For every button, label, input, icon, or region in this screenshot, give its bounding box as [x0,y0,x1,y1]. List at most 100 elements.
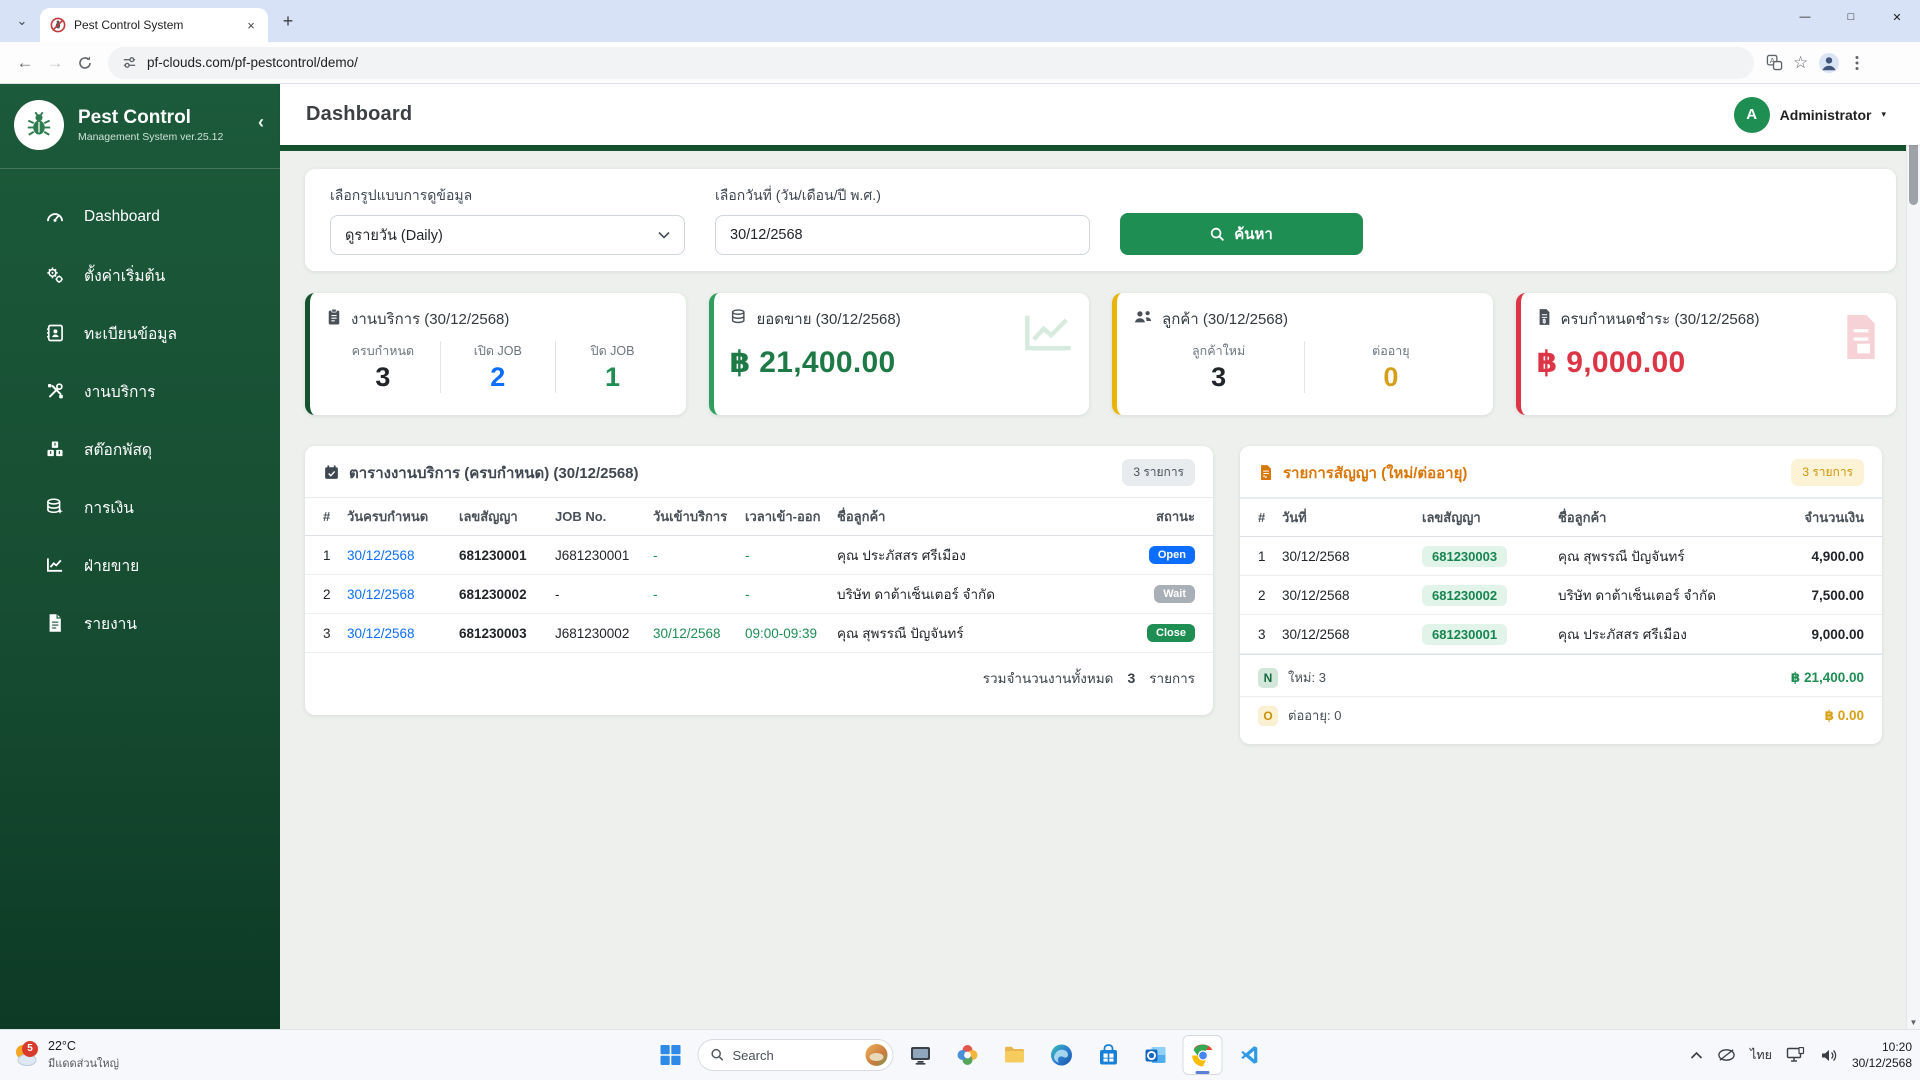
scroll-down-icon[interactable]: ▼ [1910,1015,1918,1029]
stat-metric: เปิด JOB2 [441,341,556,393]
search-highlight-image[interactable] [865,1043,889,1067]
sidebar-item-chart-line[interactable]: ฝ่ายขาย [0,543,280,587]
address-bar[interactable]: pf-clouds.com/pf-pestcontrol/demo/ [108,47,1754,79]
sidebar-item-label: Dashboard [84,208,160,226]
taskbar-search-placeholder: Search [733,1048,857,1063]
boxes-icon [44,439,66,459]
sidebar-item-file[interactable]: รายงาน [0,601,280,645]
reload-button[interactable] [70,48,100,78]
browser-menu-icon[interactable] [1850,55,1864,71]
window-close-button[interactable]: ✕ [1874,0,1920,34]
taskbar-app-file-explorer[interactable] [995,1035,1035,1075]
brand-title: Pest Control [78,107,223,129]
tray-chevron-up-icon[interactable] [1690,1051,1703,1060]
profile-avatar-icon[interactable] [1818,52,1840,74]
weather-widget[interactable]: 5 22°C มีแดดส่วนใหญ่ [0,1039,300,1072]
contract-table: #วันที่เลขสัญญาชื่อลูกค้าจำนวนเงิน 130/1… [1240,498,1882,654]
back-button[interactable]: ← [10,48,40,78]
contract-no-badge[interactable]: 681230003 [1422,546,1507,567]
users-icon [1133,309,1153,329]
taskbar-clock[interactable]: 10:20 30/12/2568 [1852,1039,1912,1071]
dashboard-content: เลือกรูปแบบการดูข้อมูล ดูรายวัน (Daily) … [280,151,1920,1029]
page-scrollbar[interactable]: ▲ ▼ [1906,84,1920,1029]
windows-taskbar: 5 22°C มีแดดส่วนใหญ่ Search [0,1029,1920,1080]
taskbar-app-chrome[interactable] [1183,1035,1223,1075]
service-table-title: ตารางงานบริการ (ครบกำหนด) (30/12/2568) [349,461,639,485]
microsoft-store-icon [1097,1043,1121,1067]
taskbar-search[interactable]: Search [698,1039,894,1071]
summary-tag: N [1258,668,1278,688]
tab-close-icon[interactable]: × [242,16,260,34]
summary-label: ใหม่: 3 [1288,667,1326,688]
sidebar-item-address-book[interactable]: ทะเบียนข้อมูล [0,311,280,355]
contract-no-badge[interactable]: 681230002 [1422,585,1507,606]
sidebar-item-gauge[interactable]: Dashboard [0,195,280,239]
chart-watermark-icon [1023,311,1075,360]
taskbar-app-desktop[interactable] [901,1035,941,1075]
due-date-link[interactable]: 30/12/2568 [339,575,451,614]
taskbar-app-photos[interactable] [948,1035,988,1075]
forward-button[interactable]: → [40,48,70,78]
stat-title: ยอดขาย (30/12/2568) [757,307,901,331]
site-settings-icon[interactable] [122,55,137,70]
stats-row: งานบริการ (30/12/2568)ครบกำหนด3เปิด JOB2… [305,293,1896,415]
browser-tab[interactable]: Pest Control System × [40,8,268,42]
stat-title: ครบกำหนดชำระ (30/12/2568) [1561,307,1760,331]
contract-col-header: วันที่ [1274,499,1414,537]
search-icon [711,1048,725,1062]
row-number: 1 [1240,537,1274,576]
customer-name: คุณ ประภัสสร ศรีเมือง [829,536,1133,575]
sidebar-item-tools[interactable]: งานบริการ [0,369,280,413]
stat-metric: ปิด JOB1 [556,341,670,393]
file-icon [44,613,66,633]
start-button[interactable] [651,1035,691,1075]
service-total-label: รวมจำนวนงานทั้งหมด [983,667,1114,689]
stat-metric: ต่ออายุ0 [1305,341,1476,393]
tab-search-button[interactable]: ⌄ [8,7,36,35]
taskbar-app-vscode[interactable] [1230,1035,1270,1075]
sidebar-item-coins[interactable]: การเงิน [0,485,280,529]
clock-time: 10:20 [1852,1039,1912,1055]
sidebar-item-boxes[interactable]: สต๊อกพัสดุ [0,427,280,471]
contract-summary: Nใหม่: 3฿ 21,400.00Oต่ออายุ: 0฿ 0.00 [1240,654,1882,744]
sidebar-item-label: ทะเบียนข้อมูล [84,321,177,346]
window-minimize-button[interactable]: — [1782,0,1828,34]
brand-subtitle: Management System ver.25.12 [78,131,223,143]
sidebar-item-label: ฝ่ายขาย [84,553,139,578]
date-input[interactable]: 30/12/2568 [715,215,1090,255]
view-mode-label: เลือกรูปแบบการดูข้อมูล [330,185,685,207]
user-avatar[interactable]: A [1734,97,1770,133]
stat-card-sales: ยอดขาย (30/12/2568)฿ 21,400.00 [709,293,1090,415]
view-mode-select[interactable]: ดูรายวัน (Daily) [330,215,685,255]
window-maximize-button[interactable]: □ [1828,0,1874,34]
contract-no: 681230003 [451,614,547,653]
user-menu[interactable]: A Administrator ▾ [1734,97,1886,133]
customer-name: คุณ สุพรรณี ปัญจันทร์ [829,614,1133,653]
sidebar-item-gears[interactable]: ตั้งค่าเริ่มต้น [0,253,280,297]
network-icon[interactable] [1786,1047,1806,1063]
taskbar-app-edge[interactable] [1042,1035,1082,1075]
language-indicator[interactable]: ไทย [1750,1045,1772,1065]
sidebar-item-label: ตั้งค่าเริ่มต้น [84,263,165,288]
hidden-eye-icon[interactable] [1717,1048,1736,1062]
translate-icon[interactable]: A [1766,54,1783,71]
customer-name: บริษัท ดาต้าเซ็นเตอร์ จำกัด [1550,576,1762,615]
new-tab-button[interactable]: + [274,7,302,35]
taskbar-app-store[interactable] [1089,1035,1129,1075]
taskbar-app-outlook[interactable] [1136,1035,1176,1075]
due-date-link[interactable]: 30/12/2568 [339,536,451,575]
coins-icon [44,497,66,517]
row-number: 3 [305,614,339,653]
service-total-unit: รายการ [1149,667,1195,689]
due-date-link[interactable]: 30/12/2568 [339,614,451,653]
customer-name: คุณ สุพรรณี ปัญจันทร์ [1550,537,1762,576]
service-table-footer: รวมจำนวนงานทั้งหมด 3 รายการ [305,653,1213,715]
job-no: J681230002 [547,614,645,653]
bookmark-star-icon[interactable]: ☆ [1793,53,1808,73]
summary-label: ต่ออายุ: 0 [1288,705,1341,726]
contract-no-badge[interactable]: 681230001 [1422,624,1507,645]
search-button[interactable]: ค้นหา [1120,213,1363,255]
contract-col-header: เลขสัญญา [1414,499,1550,537]
sidebar-collapse-icon[interactable]: ‹ [258,112,264,133]
volume-icon[interactable] [1820,1048,1838,1063]
